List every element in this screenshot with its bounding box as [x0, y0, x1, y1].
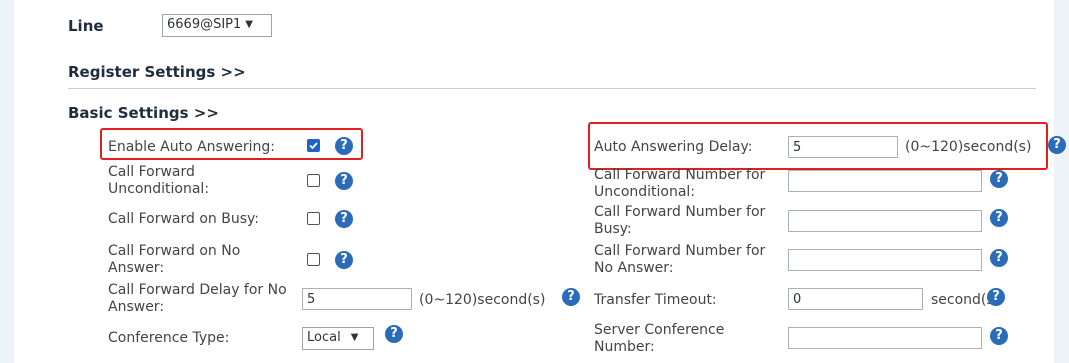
- register-settings-header[interactable]: Register Settings >>: [68, 63, 246, 81]
- cfn-busy-label-line1: Call Forward Number for: [594, 204, 766, 220]
- conference-type-label: Conference Type:: [108, 330, 230, 346]
- cfn-no-answer-label-line2: No Answer:: [594, 260, 674, 276]
- conference-type-select[interactable]: Local ▼: [302, 327, 374, 350]
- line-label: Line: [68, 17, 104, 35]
- help-icon[interactable]: ?: [335, 251, 353, 269]
- help-icon[interactable]: ?: [335, 172, 353, 190]
- cfn-busy-input[interactable]: [788, 210, 982, 232]
- cf-unconditional-checkbox[interactable]: [307, 174, 320, 187]
- section-divider: [68, 88, 1036, 89]
- help-icon[interactable]: ?: [562, 288, 580, 306]
- help-icon[interactable]: ?: [990, 327, 1008, 345]
- cf-busy-label: Call Forward on Busy:: [108, 211, 259, 227]
- cfn-no-answer-input[interactable]: [788, 249, 982, 271]
- server-conference-input[interactable]: [788, 327, 982, 349]
- help-icon[interactable]: ?: [1048, 136, 1066, 154]
- transfer-timeout-label: Transfer Timeout:: [594, 292, 717, 308]
- server-conference-label-line1: Server Conference: [594, 322, 725, 338]
- cf-delay-label-line2: Answer:: [108, 299, 165, 315]
- cf-no-answer-label-line1: Call Forward on No: [108, 243, 241, 259]
- server-conference-label-line2: Number:: [594, 339, 655, 355]
- help-icon[interactable]: ?: [990, 209, 1008, 227]
- line-select-value: 6669@SIP1: [167, 17, 242, 32]
- chevron-down-icon: ▼: [245, 19, 253, 30]
- basic-settings-header[interactable]: Basic Settings >>: [68, 104, 219, 122]
- cfn-unconditional-input[interactable]: [788, 170, 982, 192]
- cf-delay-label-line1: Call Forward Delay for No: [108, 282, 287, 298]
- line-select[interactable]: 6669@SIP1 ▼: [162, 14, 272, 37]
- cf-delay-unit: (0~120)second(s): [419, 292, 546, 308]
- cf-unconditional-label-line1: Call Forward: [108, 164, 195, 180]
- chevron-down-icon: ▼: [350, 332, 359, 343]
- help-icon[interactable]: ?: [990, 249, 1008, 267]
- cfn-unconditional-label-line2: Unconditional:: [594, 184, 696, 200]
- highlight-box-left: [100, 128, 363, 160]
- cf-busy-checkbox[interactable]: [307, 212, 320, 225]
- highlight-box-right: [588, 122, 1048, 170]
- cf-unconditional-label-line2: Unconditional:: [108, 181, 210, 197]
- help-icon[interactable]: ?: [990, 170, 1008, 188]
- help-icon[interactable]: ?: [385, 325, 403, 343]
- cfn-busy-label-line2: Busy:: [594, 221, 632, 237]
- cf-no-answer-label-line2: Answer:: [108, 260, 165, 276]
- cf-delay-input[interactable]: 5: [302, 288, 412, 310]
- cfn-no-answer-label-line1: Call Forward Number for: [594, 243, 766, 259]
- cf-no-answer-checkbox[interactable]: [307, 253, 320, 266]
- cfn-unconditional-label-line1: Call Forward Number for: [594, 167, 766, 183]
- transfer-timeout-input[interactable]: 0: [788, 288, 923, 310]
- help-icon[interactable]: ?: [335, 210, 353, 228]
- conference-type-value: Local: [307, 330, 341, 345]
- help-icon[interactable]: ?: [987, 288, 1005, 306]
